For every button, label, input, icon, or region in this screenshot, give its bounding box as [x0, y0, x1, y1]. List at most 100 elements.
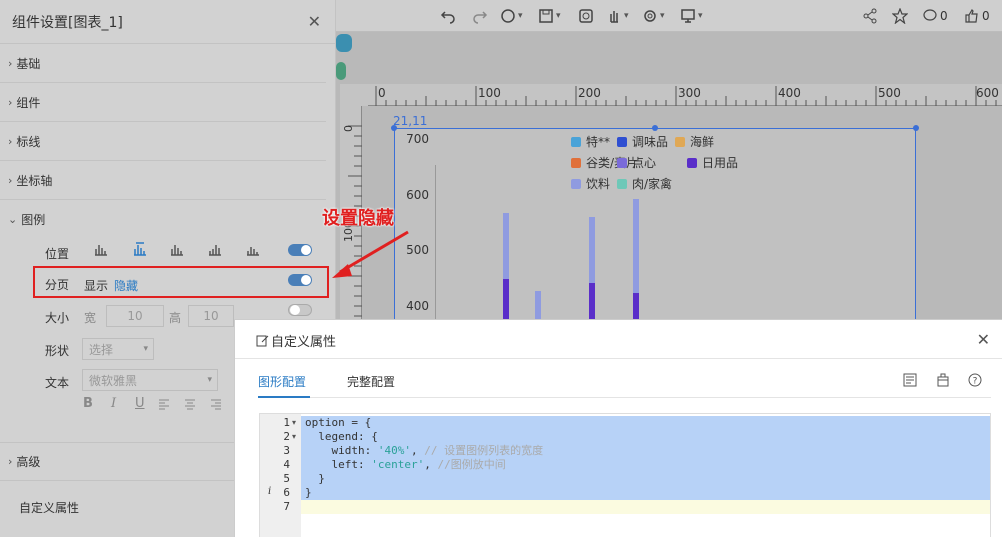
legend-swatch	[571, 157, 581, 168]
chart-component[interactable]: 特** 调味品 海鲜 谷类/麦片 点心 日用品 饮料 肉/家禽 700 600 500 400	[394, 128, 916, 329]
legend-swatch	[571, 136, 581, 147]
code-comment: // 设置图例列表的宽度	[424, 444, 544, 457]
clipboard-icon[interactable]	[936, 373, 950, 387]
ruler-label: 200	[578, 86, 601, 100]
star-icon[interactable]	[892, 6, 908, 26]
text-label: 文本	[45, 376, 70, 390]
code-token: width:	[305, 444, 378, 457]
position-top-center-icon[interactable]	[133, 242, 147, 256]
height-input[interactable]: 10	[188, 305, 234, 327]
width-input[interactable]: 10	[106, 305, 164, 327]
horizontal-ruler: 0 100 200 300 400 500 600	[368, 84, 1002, 106]
ruler-label: 0	[378, 86, 386, 100]
gear-icon[interactable]: ▾	[642, 6, 665, 26]
like-icon[interactable]: 0	[964, 6, 990, 26]
section-basic[interactable]: › 基础	[0, 44, 326, 83]
legend-item[interactable]: 调味品	[617, 133, 668, 150]
italic-button[interactable]: I	[111, 396, 116, 411]
ruler-label: 500	[878, 86, 901, 100]
legend-item[interactable]: 点心	[617, 154, 656, 171]
fold-icon[interactable]: ▾	[292, 418, 296, 427]
legend-item[interactable]: 海鲜	[675, 133, 714, 150]
resize-handle[interactable]	[391, 125, 397, 131]
code-line: }	[301, 472, 990, 486]
font-select-value: 微软雅黑	[89, 373, 138, 388]
refresh-icon[interactable]: ▾	[500, 6, 523, 26]
line-number: 3	[283, 444, 290, 457]
shape-select[interactable]: 选择 ▾	[82, 338, 154, 360]
code-editor[interactable]: 1 ▾ 2 ▾ 3 4 5 6 i 7 option = { legend: { width: '…	[259, 413, 991, 537]
align-right-icon[interactable]	[210, 398, 222, 410]
section-label: 组件	[16, 95, 41, 110]
underline-button[interactable]: U	[135, 396, 145, 411]
save-icon[interactable]: ▾	[538, 6, 561, 26]
legend-swatch	[617, 178, 627, 189]
resize-handle[interactable]	[913, 125, 919, 131]
position-top-right-icon[interactable]	[170, 242, 184, 256]
section-axis[interactable]: › 坐标轴	[0, 161, 326, 200]
legend-item[interactable]: 肉/家禽	[617, 175, 672, 192]
preview-icon[interactable]	[578, 6, 594, 26]
legend-swatch	[675, 136, 685, 147]
legend-swatch	[617, 157, 627, 168]
section-label: 基础	[16, 56, 41, 71]
chevron-right-icon: ›	[8, 95, 13, 109]
section-legend[interactable]: ⌄ 图例	[0, 200, 326, 239]
fold-icon[interactable]: ▾	[292, 432, 296, 441]
active-tab-indicator	[258, 396, 310, 398]
bold-button[interactable]: B	[83, 396, 93, 411]
tab-divider	[258, 397, 991, 398]
ruler-label: 0	[342, 125, 355, 132]
edit-icon	[256, 335, 269, 347]
position-right-icon[interactable]	[246, 242, 260, 256]
section-markline[interactable]: › 标线	[0, 122, 326, 161]
share-icon[interactable]	[862, 6, 878, 26]
like-count: 0	[982, 9, 990, 23]
position-top-left-icon[interactable]	[94, 242, 108, 256]
chevron-right-icon: ›	[8, 455, 13, 468]
chart-position-label: 21,11	[393, 114, 428, 128]
legend-item[interactable]: 特**	[571, 133, 610, 150]
font-select[interactable]: 微软雅黑 ▾	[82, 369, 218, 391]
code-line: legend: {	[301, 430, 990, 444]
legend-label: 特**	[586, 135, 611, 149]
section-label: 标线	[16, 134, 41, 149]
undo-icon[interactable]	[440, 6, 456, 26]
tab-graph-config[interactable]: 图形配置	[258, 373, 306, 390]
resize-handle[interactable]	[652, 125, 658, 131]
width-label: 宽	[84, 311, 97, 325]
y-tick-label: 400	[406, 298, 429, 313]
chevron-right-icon: ›	[8, 134, 13, 148]
legend-swatch	[687, 157, 697, 168]
align-center-icon[interactable]	[184, 398, 196, 410]
chevron-down-icon: ▾	[143, 344, 148, 354]
document-icon[interactable]	[903, 373, 917, 387]
monitor-icon[interactable]: ▾	[680, 6, 703, 26]
comment-count: 0	[940, 9, 948, 23]
code-line: width: '40%', // 设置图例列表的宽度	[301, 444, 990, 458]
legend-item[interactable]: 饮料	[571, 175, 610, 192]
close-icon[interactable]: ✕	[308, 12, 321, 31]
tab-full-config[interactable]: 完整配置	[347, 373, 395, 390]
panel-title: 组件设置[图表_1]	[12, 14, 123, 31]
redo-icon[interactable]	[472, 6, 488, 26]
chevron-right-icon: ›	[8, 173, 13, 187]
code-string: '40%'	[377, 444, 411, 457]
legend-show-toggle[interactable]	[288, 244, 312, 256]
align-left-icon[interactable]	[158, 398, 170, 410]
close-icon[interactable]: ✕	[977, 330, 990, 349]
dialog-title: 自定义属性	[256, 331, 336, 350]
hand-icon[interactable]: ▾	[606, 6, 629, 26]
position-left-icon[interactable]	[208, 242, 222, 256]
ruler-label: 400	[778, 86, 801, 100]
legend-label: 调味品	[632, 135, 669, 149]
custom-props-link[interactable]: 自定义属性	[19, 499, 79, 516]
ruler-label: 600	[976, 86, 999, 100]
legend-item[interactable]: 日用品	[687, 154, 738, 171]
section-component[interactable]: › 组件	[0, 83, 326, 122]
comment-icon[interactable]: 0	[922, 6, 948, 26]
chevron-right-icon: ›	[8, 56, 13, 70]
size-toggle[interactable]	[288, 304, 312, 316]
help-icon[interactable]: ?	[968, 373, 982, 387]
ruler-corner	[340, 84, 368, 106]
